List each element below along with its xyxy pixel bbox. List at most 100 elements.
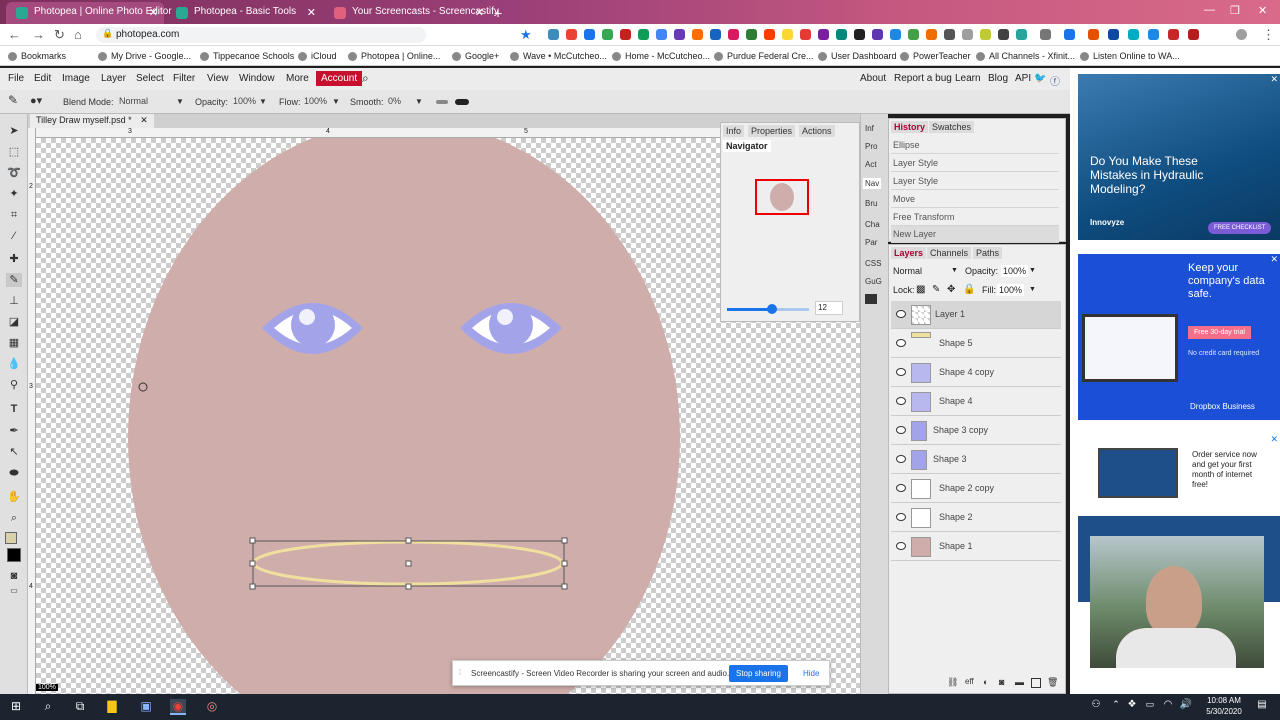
- document-tab[interactable]: Tilley Draw myself.psd * ✕: [30, 114, 154, 128]
- extension-icon[interactable]: [1168, 29, 1179, 40]
- extension-icon[interactable]: [1040, 29, 1051, 40]
- zoom-indicator[interactable]: 100%: [36, 684, 58, 691]
- flow-input[interactable]: 100%: [301, 95, 329, 109]
- back-icon[interactable]: ←: [8, 27, 21, 42]
- panel-button-brush[interactable]: Bru: [865, 199, 877, 208]
- layer-mask-icon[interactable]: ◙: [999, 677, 1004, 687]
- search-icon[interactable]: ⌕: [40, 699, 56, 715]
- history-item[interactable]: Move: [891, 191, 1059, 208]
- navigator-viewport[interactable]: [755, 179, 809, 215]
- image-panel-icon[interactable]: [865, 294, 877, 304]
- bookmark-item[interactable]: My Drive - Google...: [98, 51, 191, 61]
- eyedropper-tool-icon[interactable]: ⁄: [6, 229, 22, 243]
- chevron-down-icon[interactable]: ▼: [1029, 267, 1036, 274]
- extension-icon[interactable]: [692, 29, 703, 40]
- ad-close-icon[interactable]: ✕: [1270, 434, 1278, 445]
- bookmark-item[interactable]: Photopea | Online...: [348, 51, 440, 61]
- notifications-icon[interactable]: ▤: [1254, 699, 1270, 715]
- panel-button-guides[interactable]: GuG: [865, 277, 882, 286]
- profile-avatar[interactable]: [1236, 29, 1247, 40]
- pen-tool-icon[interactable]: ✒: [6, 424, 22, 438]
- extension-icon[interactable]: [980, 29, 991, 40]
- ad-trial-button[interactable]: Free 30-day trial: [1188, 326, 1251, 339]
- chrome-taskbar-icon[interactable]: ◉: [170, 699, 186, 715]
- bookmark-item[interactable]: Home - McCutcheo...: [612, 51, 710, 61]
- search-icon[interactable]: ⌕: [362, 71, 369, 86]
- layer-row[interactable]: Shape 3 copy: [891, 417, 1061, 445]
- pencil-tool-icon[interactable]: ✎: [6, 273, 22, 287]
- extension-icon[interactable]: [908, 29, 919, 40]
- task-view-icon[interactable]: ⧉: [72, 699, 88, 715]
- layer-effects-button[interactable]: eff: [965, 677, 974, 686]
- extension-icon[interactable]: [746, 29, 757, 40]
- eraser-tool-icon[interactable]: ◪: [6, 315, 22, 329]
- extension-icon[interactable]: [926, 29, 937, 40]
- extension-icon[interactable]: [1064, 29, 1075, 40]
- ad-dropbox[interactable]: ✕ Keep your company's data safe. Free 30…: [1078, 254, 1280, 420]
- bookmark-item[interactable]: User Dashboard: [818, 51, 897, 61]
- navigator-zoom-slider[interactable]: [727, 304, 809, 314]
- delete-layer-icon[interactable]: 🗑: [1047, 677, 1058, 688]
- lock-transparency-icon[interactable]: ▩: [916, 284, 925, 295]
- layer-opacity-input[interactable]: 100%: [1001, 265, 1029, 277]
- bookmark-item[interactable]: Bookmarks: [8, 51, 66, 61]
- blur-tool-icon[interactable]: 💧: [6, 357, 22, 371]
- layer-row[interactable]: Layer 1: [891, 301, 1061, 329]
- extension-icon[interactable]: [1128, 29, 1139, 40]
- extension-icon[interactable]: [728, 29, 739, 40]
- marquee-tool-icon[interactable]: ⬚: [6, 145, 22, 159]
- extension-icon[interactable]: [800, 29, 811, 40]
- extension-icon[interactable]: [674, 29, 685, 40]
- wifi-icon[interactable]: ◠: [1160, 699, 1176, 715]
- clock-date[interactable]: 5/30/2020: [1204, 707, 1244, 716]
- tab-history[interactable]: History: [891, 121, 929, 133]
- menu-window[interactable]: Window: [239, 73, 275, 84]
- extension-icon[interactable]: [764, 29, 775, 40]
- menu-view[interactable]: View: [207, 73, 229, 84]
- account-button[interactable]: Account: [316, 71, 363, 86]
- clock-time[interactable]: 10:08 AM: [1204, 696, 1244, 705]
- layer-row[interactable]: Shape 2: [891, 504, 1061, 532]
- ellipse-tool-icon[interactable]: ⬬: [6, 466, 22, 480]
- network-icon[interactable]: ▭: [1142, 699, 1158, 715]
- extension-icon[interactable]: [890, 29, 901, 40]
- path-select-tool-icon[interactable]: ↖: [6, 445, 22, 459]
- visibility-eye-icon[interactable]: [896, 339, 906, 347]
- stamp-tool-icon[interactable]: ⊥: [6, 294, 22, 308]
- menu-api[interactable]: API: [1015, 73, 1031, 84]
- bookmark-item[interactable]: iCloud: [298, 51, 337, 61]
- navigator-zoom-input[interactable]: 12: [815, 301, 843, 315]
- close-tab-icon[interactable]: ✕: [149, 6, 158, 19]
- dropbox-tray-icon[interactable]: ❖: [1124, 699, 1140, 715]
- menu-select[interactable]: Select: [136, 73, 164, 84]
- close-document-icon[interactable]: ✕: [140, 115, 148, 125]
- history-item[interactable]: New Layer: [891, 226, 1059, 243]
- history-item[interactable]: Free Transform: [891, 209, 1059, 226]
- menu-edit[interactable]: Edit: [34, 73, 51, 84]
- panel-button-css[interactable]: CSS: [865, 259, 881, 268]
- visibility-eye-icon[interactable]: [896, 368, 906, 376]
- extension-icon[interactable]: [1108, 29, 1119, 40]
- layer-row[interactable]: Shape 4 copy: [891, 359, 1061, 387]
- minimize-icon[interactable]: —: [1204, 4, 1215, 16]
- extension-icon[interactable]: [1148, 29, 1159, 40]
- menu-image[interactable]: Image: [62, 73, 90, 84]
- menu-layer[interactable]: Layer: [101, 73, 126, 84]
- dodge-tool-icon[interactable]: ⚲: [6, 378, 22, 392]
- extension-icon[interactable]: [782, 29, 793, 40]
- extension-icon[interactable]: [548, 29, 559, 40]
- tab-channels[interactable]: Channels: [927, 247, 972, 259]
- people-icon[interactable]: ⚇: [1088, 699, 1104, 715]
- layer-row[interactable]: Shape 1: [891, 533, 1061, 561]
- forward-icon[interactable]: →: [32, 27, 45, 42]
- healing-tool-icon[interactable]: ✚: [6, 252, 22, 266]
- screen-mode-icon[interactable]: ▭: [6, 584, 22, 598]
- chevron-down-icon[interactable]: ▼: [1029, 286, 1036, 293]
- bookmark-item[interactable]: Listen Online to WA...: [1080, 51, 1180, 61]
- menu-filter[interactable]: Filter: [173, 73, 195, 84]
- menu-more[interactable]: More: [286, 73, 309, 84]
- smooth-input[interactable]: 0%: [385, 95, 413, 109]
- history-item[interactable]: Ellipse: [891, 137, 1059, 154]
- tab-properties[interactable]: Properties: [748, 125, 796, 137]
- visibility-eye-icon[interactable]: [896, 542, 906, 550]
